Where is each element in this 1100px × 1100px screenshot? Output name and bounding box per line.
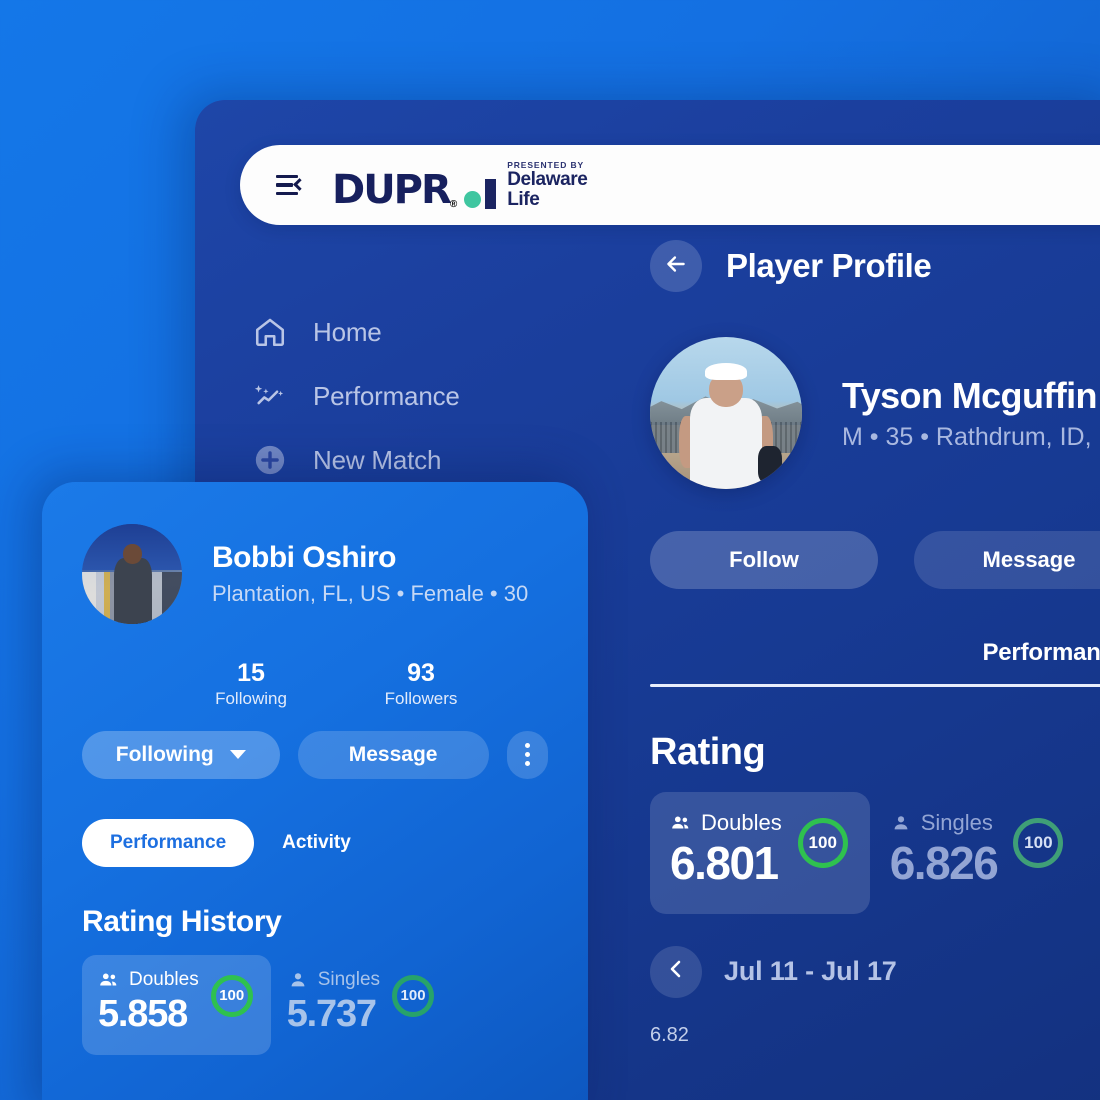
stat-value: 15	[237, 659, 265, 687]
stat-following[interactable]: 15 Following	[166, 659, 336, 709]
reliability-ring: 100	[210, 974, 253, 1017]
tab-performance[interactable]: Performance	[982, 639, 1100, 667]
reliability-ring: 100	[1013, 818, 1064, 868]
chart-gridlines	[708, 1038, 1100, 1100]
reliability-ring: 100	[797, 818, 848, 868]
following-button[interactable]: Following	[82, 730, 280, 779]
rating-card-label: Singles	[920, 810, 993, 835]
sidebar-item-label: Home	[313, 316, 382, 347]
chevron-down-icon	[229, 750, 246, 759]
bobbi-identity: Bobbi Oshiro Plantation, FL, US • Female…	[82, 524, 548, 624]
rating-card-label: Singles	[317, 968, 381, 990]
player-text-block: Tyson Mcguffin M • 35 • Rathdrum, ID, US	[842, 375, 1100, 452]
tab-activity[interactable]: Activity	[266, 832, 367, 854]
home-icon	[253, 315, 287, 349]
more-vertical-icon[interactable]	[506, 730, 548, 779]
follow-stats: 15 Following 93 Followers	[82, 659, 548, 709]
sidebar-item-label: Performance	[313, 380, 460, 411]
follow-button[interactable]: Follow	[650, 531, 878, 589]
date-range-label: Jul 11 - Jul 17	[724, 956, 897, 987]
profile-actions: Follow Message	[650, 531, 1100, 589]
player-card-bobbi: Bobbi Oshiro Plantation, FL, US • Female…	[42, 482, 588, 1100]
sidebar-item-label: New Match	[313, 444, 442, 475]
sponsor-name-line1: Delaware	[507, 168, 588, 190]
rating-card-value: 6.826	[889, 837, 999, 889]
tab-performance[interactable]: Performance	[82, 818, 255, 867]
person-icon	[287, 969, 309, 991]
arrow-left-icon	[663, 251, 689, 282]
dupr-registered-mark: ®	[449, 199, 458, 211]
player-meta: Plantation, FL, US • Female • 30	[212, 581, 529, 606]
app-header: DUPR ® PRESENTED BY Delaware Life	[240, 145, 1100, 225]
stat-followers[interactable]: 93 Followers	[336, 659, 506, 709]
bobbi-text-block: Bobbi Oshiro Plantation, FL, US • Female…	[212, 541, 528, 607]
dupr-bar-icon	[485, 179, 497, 210]
player-name: Tyson Mcguffin	[842, 374, 1098, 416]
stat-value: 93	[407, 659, 435, 687]
rating-history-cards: Doubles 5.858 100 Singles 5.737 100	[82, 954, 548, 1056]
rating-card-label: Doubles	[701, 810, 782, 835]
player-name: Bobbi Oshiro	[212, 541, 397, 574]
rating-card-value: 5.737	[286, 992, 377, 1035]
sidebar-item-performance[interactable]: Performance	[253, 364, 553, 428]
tab-underline	[650, 684, 1100, 687]
player-identity: Tyson Mcguffin M • 35 • Rathdrum, ID, US	[650, 337, 1100, 489]
rating-card-doubles[interactable]: Doubles 6.801 100	[650, 792, 870, 914]
player-meta: M • 35 • Rathdrum, ID, US	[842, 422, 1100, 451]
people-icon	[98, 969, 120, 991]
following-button-label: Following	[115, 742, 214, 766]
stat-label: Following	[215, 688, 287, 708]
message-button[interactable]: Message	[914, 531, 1100, 589]
message-button[interactable]: Message	[297, 730, 489, 779]
dupr-wordmark: DUPR	[332, 167, 452, 214]
back-button[interactable]	[650, 240, 702, 292]
dupr-dot-icon	[464, 191, 482, 209]
sidebar-nav: Home Performance New Match	[253, 300, 553, 492]
page-title: Player Profile	[726, 247, 932, 284]
rating-history-heading: Rating History	[82, 904, 282, 938]
bobbi-actions: Following Message	[82, 730, 548, 779]
person-icon	[890, 812, 912, 834]
main-content: Player Profile Tyson Mcguffin M • 35 • R…	[650, 240, 1100, 1100]
rating-card-singles[interactable]: Singles 6.826 100	[870, 792, 1086, 914]
avatar	[650, 337, 802, 489]
plus-circle-icon	[253, 443, 287, 477]
rating-card-value: 5.858	[98, 992, 188, 1035]
profile-tabs: Performance	[650, 639, 1100, 667]
rating-card-singles[interactable]: Singles 5.737 100	[271, 955, 452, 1056]
sparkle-chart-icon	[253, 379, 287, 413]
rating-cards: Doubles 6.801 100 Singles 6.826 100	[650, 792, 1100, 914]
chevron-left-icon	[664, 957, 688, 986]
rating-card-label: Doubles	[129, 968, 199, 990]
rating-heading: Rating	[650, 731, 766, 773]
sponsor-name-line2: Life	[507, 189, 540, 211]
hamburger-collapse-icon[interactable]	[276, 175, 306, 195]
stat-label: Followers	[384, 688, 458, 708]
sponsor-lockup: PRESENTED BY Delaware Life	[507, 160, 588, 211]
dupr-logo[interactable]: DUPR ® PRESENTED BY Delaware Life	[332, 160, 588, 214]
avatar	[82, 524, 182, 624]
bobbi-tabs: Performance Activity	[82, 818, 548, 867]
date-prev-button[interactable]	[650, 945, 702, 998]
people-icon	[670, 812, 692, 834]
reliability-ring: 100	[392, 974, 435, 1017]
rating-card-value: 6.801	[670, 837, 779, 889]
chart-y-axis-label: 6.82	[650, 1023, 689, 1046]
profile-header: Player Profile	[650, 240, 1100, 292]
rating-chart: 6.82	[650, 1024, 1100, 1100]
rating-card-doubles[interactable]: Doubles 5.858 100	[82, 954, 271, 1056]
date-navigation: Jul 11 - Jul 17	[650, 945, 1100, 998]
sidebar-item-home[interactable]: Home	[253, 300, 553, 364]
